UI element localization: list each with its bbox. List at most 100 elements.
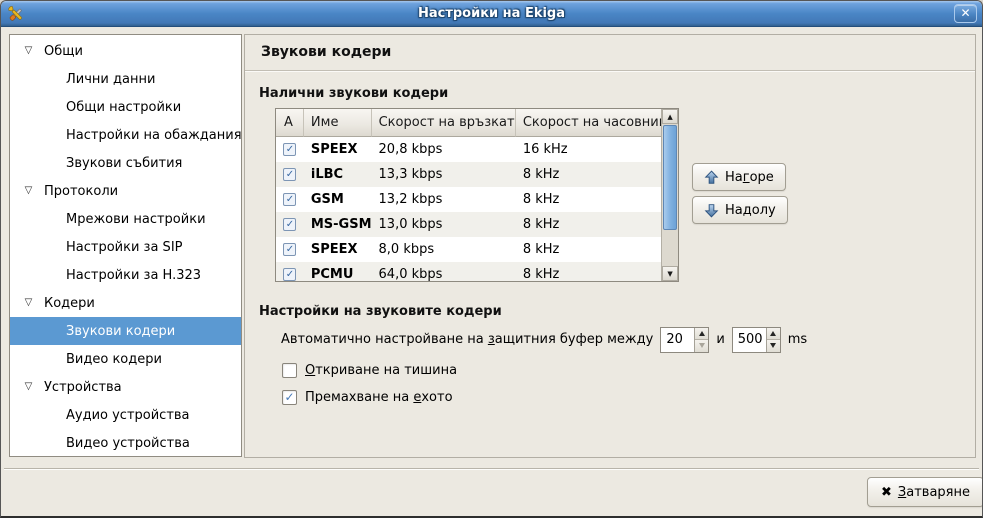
close-button-label: Затваряне bbox=[898, 485, 970, 500]
table-row[interactable]: ✓ SPEEX 20,8 kbps 16 kHz bbox=[276, 137, 661, 162]
tools-icon bbox=[6, 4, 25, 23]
column-header-bitrate[interactable]: Скорост на връзката bbox=[372, 109, 516, 137]
echo-cancellation-option[interactable]: ✓ Премахване на ехото bbox=[282, 389, 453, 405]
sidebar-group-codecs[interactable]: ▽ Кодери bbox=[10, 289, 241, 317]
silence-detection-option[interactable]: Откриване на тишина bbox=[282, 362, 457, 378]
codec-name: iLBC bbox=[304, 167, 372, 182]
sidebar-group-protocols[interactable]: ▽ Протоколи bbox=[10, 177, 241, 205]
jitter-max-input[interactable] bbox=[733, 328, 766, 352]
jitter-unit-label: ms bbox=[788, 332, 807, 347]
spin-down-icon[interactable] bbox=[767, 339, 780, 352]
window-close-button[interactable]: ✕ bbox=[954, 4, 977, 23]
codec-clockrate: 8 kHz bbox=[516, 192, 661, 207]
sidebar-label: Настройки за H.323 bbox=[66, 268, 201, 283]
sidebar-label: Видео устройства bbox=[66, 436, 190, 451]
codec-checkbox[interactable]: ✓ bbox=[283, 143, 296, 156]
preferences-tree: ▽ Общи Лични данни Общи настройки Настро… bbox=[9, 34, 242, 457]
sidebar-group-general[interactable]: ▽ Общи bbox=[10, 37, 241, 65]
codec-name: SPEEX bbox=[304, 142, 372, 157]
table-row[interactable]: ✓ SPEEX 8,0 kbps 8 kHz bbox=[276, 237, 661, 262]
move-down-button[interactable]: Надолу bbox=[692, 196, 788, 224]
audio-codecs-panel: Звукови кодери Налични звукови кодери A … bbox=[244, 34, 976, 458]
codec-clockrate: 16 kHz bbox=[516, 142, 661, 157]
sidebar-item-sip-settings[interactable]: Настройки за SIP bbox=[10, 233, 241, 261]
table-row[interactable]: ✓ GSM 13,2 kbps 8 kHz bbox=[276, 187, 661, 212]
codec-settings-title: Настройки на звуковите кодери bbox=[259, 304, 502, 319]
footer-separator bbox=[4, 468, 979, 470]
sidebar-item-call-options[interactable]: Настройки на обажданията bbox=[10, 121, 241, 149]
echo-cancellation-checkbox[interactable]: ✓ bbox=[282, 390, 297, 405]
jitter-min-spinbox bbox=[660, 327, 709, 353]
codec-checkbox[interactable]: ✓ bbox=[283, 218, 296, 231]
spin-down-icon[interactable] bbox=[695, 339, 708, 352]
sidebar-group-devices[interactable]: ▽ Устройства bbox=[10, 373, 241, 401]
close-x-icon: ✖ bbox=[881, 486, 892, 499]
codec-bitrate: 13,3 kbps bbox=[372, 167, 516, 182]
scroll-down-icon[interactable]: ▼ bbox=[662, 266, 678, 281]
table-row[interactable]: ✓ iLBC 13,3 kbps 8 kHz bbox=[276, 162, 661, 187]
column-header-name[interactable]: Име bbox=[304, 109, 372, 137]
table-scrollbar[interactable]: ▲ ▼ bbox=[661, 109, 678, 281]
sidebar-label: Лични данни bbox=[66, 72, 155, 87]
codecs-table-body: A Име Скорост на връзката Скорост на час… bbox=[276, 109, 661, 281]
sidebar-item-audio-codecs[interactable]: Звукови кодери bbox=[10, 317, 241, 345]
expander-icon[interactable]: ▽ bbox=[22, 46, 35, 56]
available-codecs-title: Налични звукови кодери bbox=[259, 86, 448, 101]
sidebar-item-personal-data[interactable]: Лични данни bbox=[10, 65, 241, 93]
codec-clockrate: 8 kHz bbox=[516, 217, 661, 232]
silence-detection-label: Откриване на тишина bbox=[305, 363, 457, 378]
sidebar-item-network-settings[interactable]: Мрежови настройки bbox=[10, 205, 241, 233]
table-row[interactable]: ✓ PCMU 64,0 kbps 8 kHz bbox=[276, 262, 661, 281]
codec-name: SPEEX bbox=[304, 242, 372, 257]
move-up-label: Нагоре bbox=[725, 170, 774, 185]
codec-checkbox[interactable]: ✓ bbox=[283, 243, 296, 256]
codec-name: PCMU bbox=[304, 267, 372, 281]
table-header-row: A Име Скорост на връзката Скорост на час… bbox=[276, 109, 661, 137]
expander-icon[interactable]: ▽ bbox=[22, 186, 35, 196]
sidebar-label: Звукови събития bbox=[66, 156, 182, 171]
codecs-table: A Име Скорост на връзката Скорост на час… bbox=[275, 108, 679, 282]
codec-checkbox[interactable]: ✓ bbox=[283, 268, 296, 281]
close-button[interactable]: ✖ Затваряне bbox=[867, 477, 983, 507]
sidebar-label: Общи настройки bbox=[66, 100, 181, 115]
codec-bitrate: 64,0 kbps bbox=[372, 267, 516, 281]
jitter-min-spin-arrows bbox=[694, 328, 708, 352]
expander-icon[interactable]: ▽ bbox=[22, 298, 35, 308]
codec-checkbox[interactable]: ✓ bbox=[283, 193, 296, 206]
sidebar-item-general-settings[interactable]: Общи настройки bbox=[10, 93, 241, 121]
scroll-up-icon[interactable]: ▲ bbox=[662, 109, 678, 124]
codec-name: GSM bbox=[304, 192, 372, 207]
titlebar[interactable]: Настройки на Ekiga ✕ bbox=[1, 1, 982, 27]
echo-cancellation-label: Премахване на ехото bbox=[305, 390, 453, 405]
column-header-clockrate[interactable]: Скорост на часовника bbox=[516, 109, 661, 137]
jitter-buffer-row: Автоматично настройване на защитния буфе… bbox=[281, 326, 807, 353]
jitter-min-input[interactable] bbox=[661, 328, 694, 352]
preferences-window: Настройки на Ekiga ✕ ▽ Общи Лични данни … bbox=[0, 0, 983, 518]
sidebar-item-h323-settings[interactable]: Настройки за H.323 bbox=[10, 261, 241, 289]
codec-checkbox[interactable]: ✓ bbox=[283, 168, 296, 181]
jitter-conjunction-label: и bbox=[716, 332, 724, 347]
table-row[interactable]: ✓ MS-GSM 13,0 kbps 8 kHz bbox=[276, 212, 661, 237]
move-down-label: Надолу bbox=[725, 203, 776, 218]
jitter-max-spin-arrows bbox=[766, 328, 780, 352]
codec-bitrate: 20,8 kbps bbox=[372, 142, 516, 157]
sidebar-item-sound-events[interactable]: Звукови събития bbox=[10, 149, 241, 177]
spin-up-icon[interactable] bbox=[767, 328, 780, 340]
sidebar-item-video-devices[interactable]: Видео устройства bbox=[10, 429, 241, 457]
codec-clockrate: 8 kHz bbox=[516, 167, 661, 182]
sidebar-label: Устройства bbox=[44, 380, 122, 395]
sidebar-item-audio-devices[interactable]: Аудио устройства bbox=[10, 401, 241, 429]
spin-up-icon[interactable] bbox=[695, 328, 708, 340]
sidebar-item-video-codecs[interactable]: Видео кодери bbox=[10, 345, 241, 373]
expander-icon[interactable]: ▽ bbox=[22, 382, 35, 392]
sidebar-label: Настройки на обажданията bbox=[66, 128, 241, 143]
codec-clockrate: 8 kHz bbox=[516, 242, 661, 257]
scrollbar-thumb[interactable] bbox=[663, 125, 677, 230]
silence-detection-checkbox[interactable] bbox=[282, 363, 297, 378]
sidebar-label: Аудио устройства bbox=[66, 408, 190, 423]
scrollbar-track[interactable] bbox=[663, 124, 677, 266]
move-up-button[interactable]: Нагоре bbox=[692, 163, 786, 191]
column-header-active[interactable]: A bbox=[276, 109, 304, 137]
jitter-buffer-label: Автоматично настройване на защитния буфе… bbox=[281, 332, 653, 347]
sidebar-label: Кодери bbox=[44, 296, 95, 311]
